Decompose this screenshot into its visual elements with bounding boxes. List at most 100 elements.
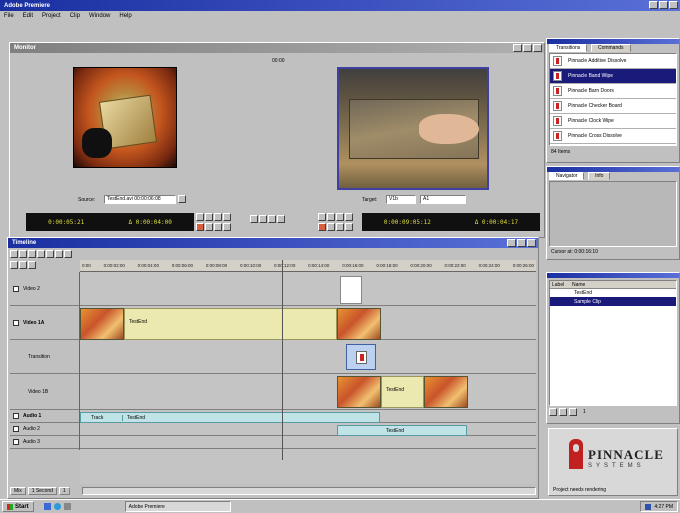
razor-tool-button[interactable] — [37, 250, 45, 258]
menu-project[interactable]: Project — [42, 13, 61, 19]
source-menu-button[interactable] — [178, 195, 186, 203]
transition-clip[interactable] — [346, 344, 376, 370]
source-goto-out-button[interactable] — [223, 222, 231, 231]
transition-item[interactable]: Pinnacle Cross Dissolve — [550, 129, 676, 144]
tab-transitions[interactable]: Transitions — [549, 44, 588, 52]
hand-tool-button[interactable] — [46, 250, 54, 258]
track-header-audio3[interactable]: Audio 3 — [10, 436, 79, 449]
project-col-label[interactable]: Label — [550, 282, 572, 288]
transition-item[interactable]: Pinnacle Checker Board — [550, 99, 676, 114]
timeline-zoom-dropdown[interactable]: 1 Second — [27, 487, 57, 495]
tray-icon[interactable] — [645, 503, 652, 510]
target-audio-dropdown[interactable]: A1 — [420, 195, 466, 204]
project-view-button[interactable] — [549, 408, 557, 416]
out-point-tool-button[interactable] — [28, 260, 36, 269]
eye-icon[interactable] — [13, 285, 19, 292]
menu-file[interactable]: File — [4, 13, 14, 19]
program-goto-in-button[interactable] — [336, 222, 344, 231]
program-mark-out-button[interactable] — [327, 222, 335, 231]
browser-icon[interactable] — [53, 503, 61, 510]
in-point-tool-button[interactable] — [19, 260, 27, 269]
tab-navigator[interactable]: Navigator — [549, 172, 585, 180]
insert-button[interactable] — [250, 215, 258, 223]
track-header-video1b[interactable]: Video 1B — [10, 374, 79, 410]
video1a-end-thumbnail[interactable] — [337, 308, 381, 340]
link-tool-button[interactable] — [10, 260, 18, 269]
project-delete-button[interactable] — [569, 408, 577, 416]
range-tool-button[interactable] — [19, 250, 27, 258]
transition-item[interactable]: Pinnacle Barn Doors — [550, 84, 676, 99]
timeline-maximize-button[interactable] — [517, 239, 526, 247]
source-goto-in-button[interactable] — [214, 222, 222, 231]
video2-clip[interactable] — [340, 276, 362, 304]
cross-fade-tool-button[interactable] — [64, 250, 72, 258]
program-mark-in-button[interactable] — [318, 222, 326, 231]
source-mark-out-button[interactable] — [205, 222, 213, 231]
bottom-button-1[interactable]: 1 — [58, 487, 70, 495]
start-button[interactable]: Start — [2, 501, 34, 512]
video1b-end-thumbnail[interactable] — [424, 376, 468, 408]
source-step-back-button[interactable] — [205, 213, 213, 221]
audio2-clip[interactable]: TestEnd — [337, 425, 467, 436]
track-area[interactable]: TestEnd TestEnd Track TestEnd TestEnd — [80, 260, 536, 484]
menu-help[interactable]: Help — [119, 13, 131, 19]
source-dropdown[interactable]: TestEnd.avi 00:00:06:08 — [104, 195, 176, 204]
transition-item[interactable]: Pinnacle Additive Dissolve — [550, 54, 676, 69]
monitor-maximize-button[interactable] — [523, 44, 532, 52]
program-step-forward-button[interactable] — [336, 213, 344, 221]
project-bin-button[interactable] — [559, 408, 567, 416]
speaker-icon[interactable] — [13, 413, 19, 419]
program-step-back-button[interactable] — [327, 213, 335, 221]
extract-button[interactable] — [277, 215, 285, 223]
zoom-tool-button[interactable] — [55, 250, 63, 258]
target-video-dropdown[interactable]: V1b — [386, 195, 416, 204]
source-play-button[interactable] — [196, 213, 204, 221]
desktop-icon[interactable] — [43, 503, 51, 510]
menu-edit[interactable]: Edit — [23, 13, 33, 19]
project-clip-row[interactable]: TestEnd — [550, 289, 676, 297]
project-col-name[interactable]: Name — [572, 282, 585, 288]
audio1-clip[interactable]: Track TestEnd — [80, 412, 380, 423]
video1b-clip[interactable]: TestEnd — [381, 376, 424, 408]
source-mark-in-button[interactable] — [196, 222, 204, 231]
track-header-video2[interactable]: Video 2 — [10, 272, 79, 306]
track-header-video1a[interactable]: Video 1A — [10, 306, 79, 340]
source-loop-button[interactable] — [223, 213, 231, 221]
selection-tool-button[interactable] — [10, 250, 18, 258]
program-loop-button[interactable] — [345, 213, 353, 221]
taskbar-app-button[interactable]: Adobe Premiere — [124, 501, 231, 512]
speaker-icon[interactable] — [13, 439, 19, 445]
maximize-button[interactable] — [659, 1, 668, 9]
program-goto-out-button[interactable] — [345, 222, 353, 231]
channel-icon[interactable] — [63, 503, 71, 510]
timeline-close-button[interactable] — [527, 239, 536, 247]
tab-info[interactable]: Info — [588, 172, 611, 180]
video1b-thumbnail[interactable] — [337, 376, 381, 408]
menu-window[interactable]: Window — [89, 13, 110, 19]
monitor-minimize-button[interactable] — [513, 44, 522, 52]
ripple-tool-button[interactable] — [28, 250, 36, 258]
timeline-ruler[interactable]: 0:00 0:00:02:00 0:00:04:00 0:00:06:00 0:… — [80, 260, 536, 272]
bottom-button-mix[interactable]: Mix — [10, 487, 26, 495]
timeline-minimize-button[interactable] — [507, 239, 516, 247]
overlay-button[interactable] — [259, 215, 267, 223]
monitor-close-button[interactable] — [533, 44, 542, 52]
menu-clip[interactable]: Clip — [70, 13, 80, 19]
eye-icon[interactable] — [13, 319, 19, 326]
minimize-button[interactable] — [649, 1, 658, 9]
speaker-icon[interactable] — [13, 426, 19, 432]
project-selected-row[interactable]: Sample Clip — [550, 297, 676, 306]
transition-item-selected[interactable]: Pinnacle Band Wipe — [550, 69, 676, 84]
video1a-clip[interactable]: TestEnd — [124, 308, 337, 340]
source-step-forward-button[interactable] — [214, 213, 222, 221]
track-header-audio2[interactable]: Audio 2 — [10, 423, 79, 436]
timeline-scrollbar[interactable] — [81, 487, 536, 495]
tab-commands[interactable]: Commands — [590, 44, 631, 52]
program-play-button[interactable] — [318, 213, 326, 221]
lift-button[interactable] — [268, 215, 276, 223]
transition-item[interactable]: Pinnacle Clock Wipe — [550, 114, 676, 129]
close-button[interactable] — [669, 1, 678, 9]
video1a-thumbnail[interactable] — [80, 308, 124, 340]
edit-line[interactable] — [282, 260, 283, 460]
track-header-audio1[interactable]: Audio 1 — [10, 410, 79, 423]
